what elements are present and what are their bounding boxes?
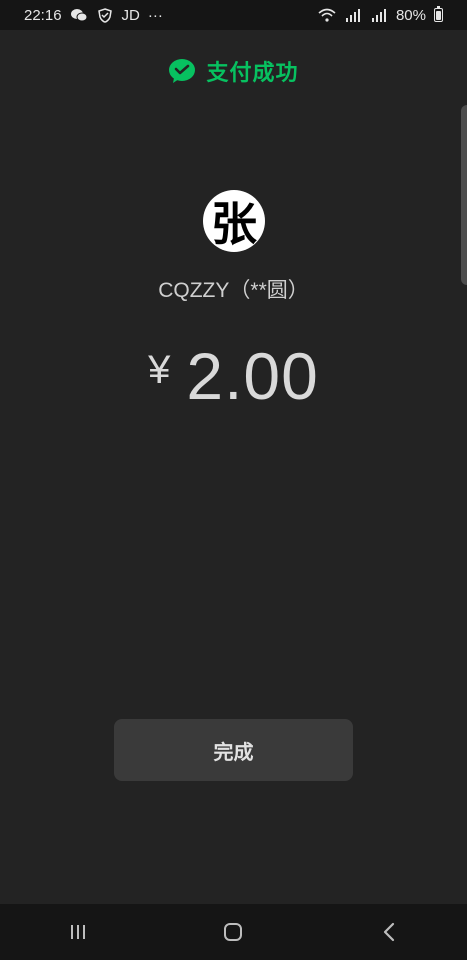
side-panel-handle[interactable] [461,105,467,285]
home-icon [224,923,243,941]
battery-percent: 80% [395,6,426,24]
recents-button[interactable] [58,912,98,952]
payment-success-header: 支付成功 [0,54,467,88]
status-right: 80% [318,6,443,24]
status-time: 22:16 [24,6,62,24]
status-jd: JD [121,6,140,24]
currency-symbol: ¥ [148,348,171,392]
signal-icon-2 [370,6,388,24]
wechat-pay-icon [169,59,196,83]
wechat-icon [70,6,88,24]
shield-icon [96,6,114,24]
status-bar: 22:16 JD ··· 80% [0,0,467,30]
merchant-avatar: 张 [203,190,265,252]
amount-value: 2.00 [186,339,319,413]
signal-icon [344,6,362,24]
home-button[interactable] [213,912,253,952]
payment-amount: ¥ 2.00 [0,338,467,414]
status-left: 22:16 JD ··· [24,6,163,24]
back-button[interactable] [369,912,409,952]
recents-icon [70,925,85,939]
system-navigation-bar [0,904,467,960]
battery-icon [434,6,443,22]
back-icon [384,922,395,942]
page-title: 支付成功 [206,61,299,86]
avatar-char: 张 [211,197,257,251]
wifi-icon [318,6,336,24]
done-button-label: 完成 [213,739,254,764]
status-more: ··· [147,6,163,24]
done-button[interactable]: 完成 [114,719,353,781]
merchant-name: CQZZY（**圆） [158,279,309,302]
